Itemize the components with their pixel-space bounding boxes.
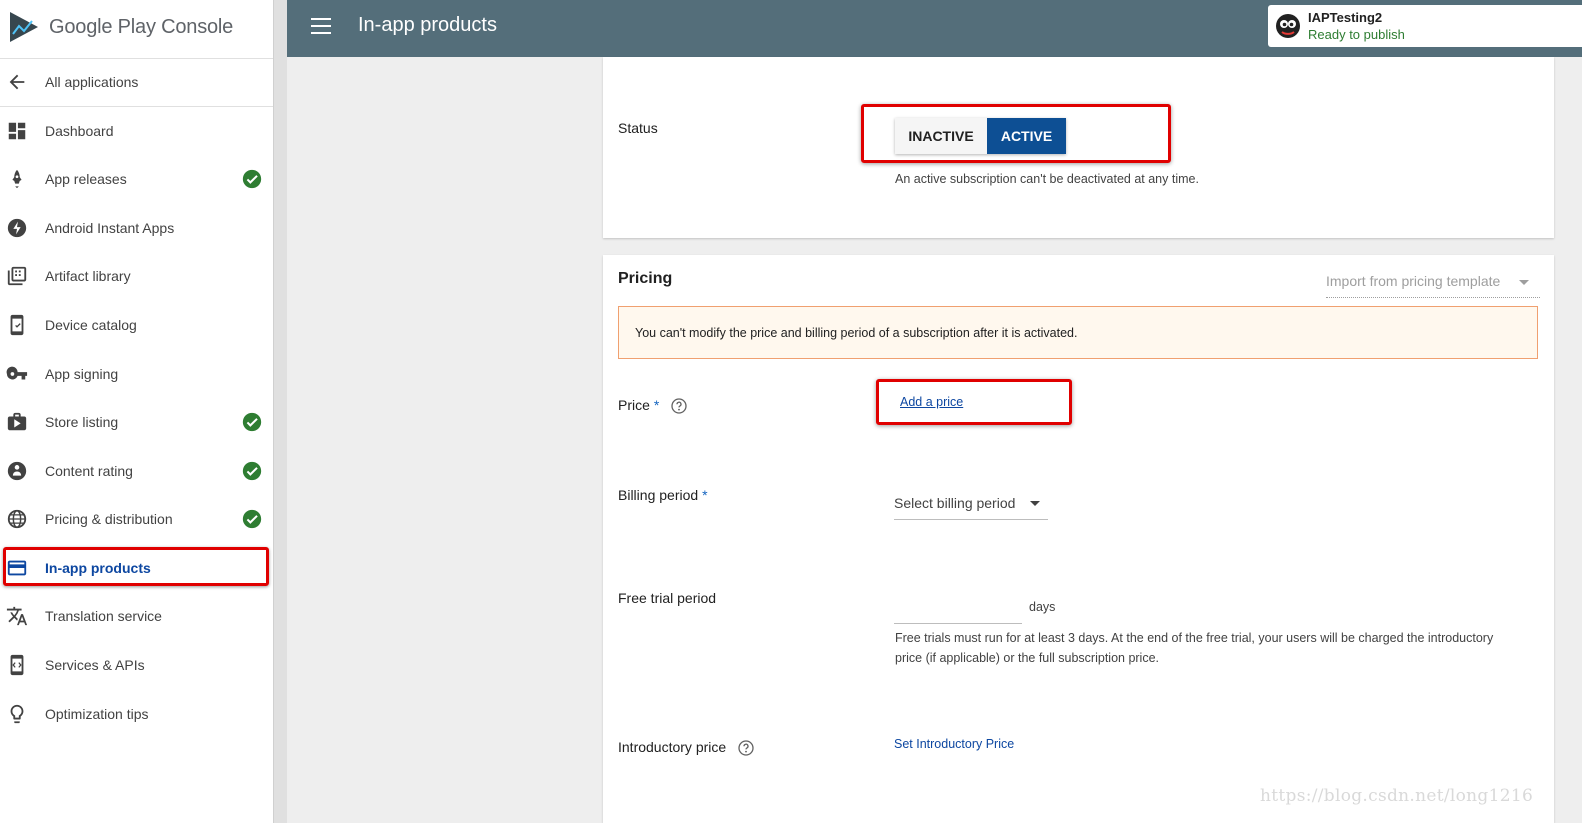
top-app-bar: In-app products IAPTesting2 Ready to pub…: [287, 0, 1582, 57]
sidebar-item-artifact-library[interactable]: Artifact library: [0, 256, 273, 296]
arrow-back-icon: [6, 71, 28, 93]
sidebar-item-app-releases[interactable]: App releases: [0, 159, 273, 199]
app-status: Ready to publish: [1308, 27, 1405, 42]
rocket-icon: [6, 168, 28, 190]
free-trial-helper-line-1: Free trials must run for at least 3 days…: [895, 631, 1494, 645]
check-circle-icon: [242, 509, 262, 529]
store-icon: [6, 411, 28, 433]
sidebar-item-store-listing[interactable]: Store listing: [0, 402, 273, 442]
sidebar-item-label: Dashboard: [45, 123, 114, 139]
chevron-down-icon: [1030, 501, 1040, 506]
sidebar-item-label: Services & APIs: [45, 657, 145, 673]
sidebar-item-content-rating[interactable]: Content rating: [0, 451, 273, 491]
free-trial-unit: days: [1029, 600, 1056, 614]
required-marker: *: [653, 397, 660, 413]
import-pricing-template-label: Import from pricing template: [1326, 273, 1501, 289]
sidebar-item-label: App releases: [45, 171, 127, 187]
help-icon[interactable]: [738, 740, 754, 756]
sidebar-item-optimization-tips[interactable]: Optimization tips: [0, 694, 273, 734]
sidebar-item-app-signing[interactable]: App signing: [0, 354, 273, 394]
bolt-icon: [6, 217, 28, 239]
set-introductory-price-link[interactable]: Set Introductory Price: [894, 737, 1014, 751]
highlight-box: [876, 379, 1072, 425]
required-marker: *: [702, 487, 708, 503]
globe-icon: [6, 508, 28, 530]
pricing-title: Pricing: [618, 270, 673, 287]
introductory-price-label: Introductory price: [618, 739, 754, 756]
introductory-price-label-text: Introductory price: [618, 739, 727, 755]
sidebar-item-label: Device catalog: [45, 317, 137, 333]
device-icon: [6, 314, 28, 336]
billing-period-label: Billing period *: [618, 487, 708, 503]
dashboard-icon: [6, 120, 28, 142]
billing-period-placeholder: Select billing period: [894, 495, 1016, 511]
sidebar-item-label: Android Instant Apps: [45, 220, 175, 236]
warning-banner: You can't modify the price and billing p…: [618, 306, 1538, 359]
free-trial-days-input[interactable]: [894, 597, 1022, 624]
help-icon[interactable]: [671, 398, 687, 414]
play-console-logo[interactable]: Google Play Console: [8, 8, 233, 46]
status-helper-text: An active subscription can't be deactiva…: [895, 172, 1199, 186]
chevron-down-icon: [1519, 280, 1529, 285]
play-console-logo-icon: [10, 12, 38, 42]
translate-icon: [6, 605, 28, 627]
sidebar-item-label: Optimization tips: [45, 706, 149, 722]
app-selector[interactable]: IAPTesting2 Ready to publish: [1268, 5, 1582, 47]
sidebar-item-label: Pricing & distribution: [45, 511, 173, 527]
app-avatar: [1276, 14, 1300, 38]
sidebar-item-pricing-distribution[interactable]: Pricing & distribution: [0, 499, 273, 539]
bulb-icon: [6, 703, 28, 725]
key-icon: [6, 363, 28, 385]
sidebar-item-label: Artifact library: [45, 268, 131, 284]
sidebar-item-android-instant-apps[interactable]: Android Instant Apps: [0, 208, 273, 248]
sidebar-item-translation-service[interactable]: Translation service: [0, 596, 273, 636]
logo-text: Google Play Console: [49, 15, 234, 38]
billing-period-label-text: Billing period: [618, 487, 699, 503]
library-icon: [6, 265, 28, 287]
sidebar-item-dashboard[interactable]: Dashboard: [0, 111, 273, 151]
price-label: Price *: [618, 397, 687, 414]
rating-icon: [6, 460, 28, 482]
sidebar-item-label: Translation service: [45, 608, 162, 624]
price-label-text: Price: [618, 397, 650, 413]
all-applications-link[interactable]: All applications: [0, 62, 273, 102]
billing-period-select[interactable]: Select billing period: [894, 490, 1048, 520]
sidebar-item-device-catalog[interactable]: Device catalog: [0, 305, 273, 345]
sidebar-item-label: Store listing: [45, 414, 119, 430]
sidebar-separator: [0, 58, 273, 59]
warning-text: You can't modify the price and billing p…: [635, 326, 1078, 340]
free-trial-label: Free trial period: [618, 590, 717, 606]
check-circle-icon: [242, 169, 262, 189]
page-title: In-app products: [358, 14, 497, 36]
watermark-text: https://blog.csdn.net/long1216: [1260, 786, 1534, 806]
highlight-box: [861, 104, 1171, 163]
check-circle-icon: [242, 461, 262, 481]
highlight-box: [3, 547, 269, 586]
hamburger-menu-icon[interactable]: [311, 18, 331, 36]
api-icon: [6, 654, 28, 676]
status-label: Status: [618, 120, 658, 136]
sidebar-item-label: Content rating: [45, 463, 133, 479]
all-applications-label: All applications: [45, 74, 139, 90]
sidebar: Google Play Console All applications Das…: [0, 0, 273, 823]
sidebar-item-services-apis[interactable]: Services & APIs: [0, 645, 273, 685]
app-name: IAPTesting2: [1308, 10, 1383, 25]
import-pricing-template-dropdown[interactable]: Import from pricing template: [1326, 270, 1540, 298]
sidebar-item-label: App signing: [45, 366, 119, 382]
free-trial-helper-line-2: price (if applicable) or the full subscr…: [895, 651, 1160, 665]
sidebar-separator: [0, 106, 273, 107]
check-circle-icon: [242, 412, 262, 432]
sidebar-scrollbar[interactable]: [273, 0, 287, 823]
